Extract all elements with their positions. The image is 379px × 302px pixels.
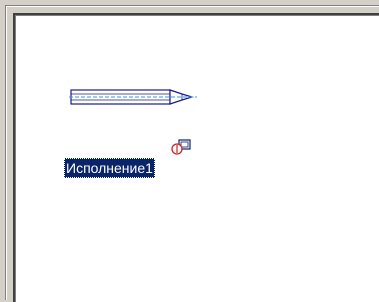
component-instance-icon[interactable] bbox=[171, 138, 193, 156]
component-name-label[interactable]: Исполнение1 bbox=[64, 158, 155, 178]
pencil-shaft-part-icon[interactable] bbox=[69, 85, 199, 109]
window-frame: Исполнение1 bbox=[0, 0, 379, 302]
drawing-canvas[interactable]: Исполнение1 bbox=[13, 13, 379, 302]
